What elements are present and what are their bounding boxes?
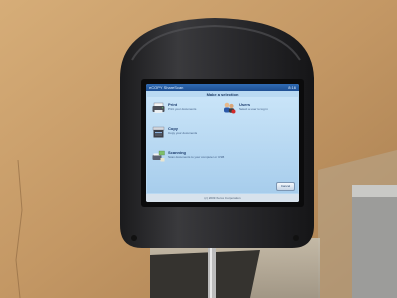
users-icon xyxy=(224,102,236,114)
housing-screw-bottom-right xyxy=(293,235,299,241)
option-users-description: Select a user to log in xyxy=(239,107,268,111)
printer-icon xyxy=(152,102,165,113)
floor-shadow xyxy=(150,250,260,298)
cancel-button[interactable]: Cancel xyxy=(276,182,295,191)
housing-screw-bottom-left xyxy=(131,235,137,241)
kiosk-screen: eCOPY ShareScan 8:16 Make a selection Pr… xyxy=(146,84,299,202)
title-clock: 8:16 xyxy=(288,85,296,90)
kiosk-stand-highlight xyxy=(210,244,212,298)
copier-icon xyxy=(152,126,165,138)
option-print-description: Print your documents xyxy=(168,107,197,111)
option-scanning-description: Scan documents to your computer or USB xyxy=(168,155,225,159)
screen-footer: (c) 2009 Xerox Corporation xyxy=(146,194,299,202)
device-right-top xyxy=(352,185,397,197)
option-copy-description: Copy your documents xyxy=(168,131,198,135)
selection-pane: Print Print your documents Users Select … xyxy=(147,97,298,193)
title-bar: eCOPY ShareScan 8:16 xyxy=(146,84,299,91)
device-right xyxy=(352,185,397,298)
app-title: eCOPY ShareScan xyxy=(149,85,184,90)
scanner-icon xyxy=(152,150,165,162)
